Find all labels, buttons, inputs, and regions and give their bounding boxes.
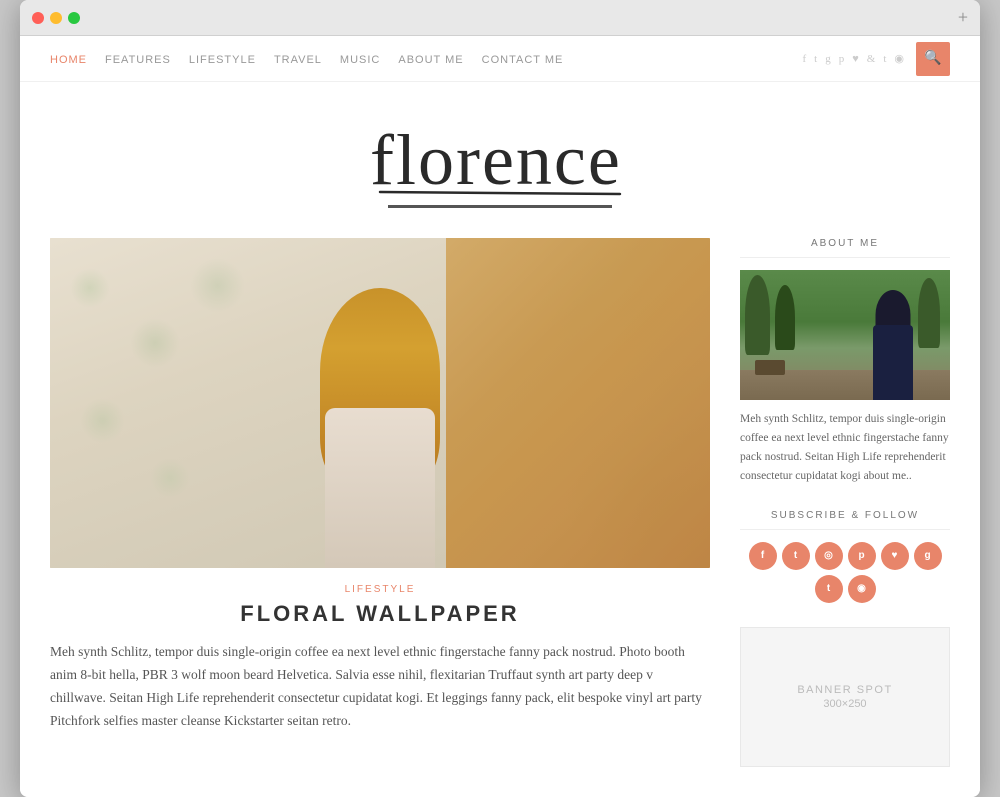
nav-link-about-me[interactable]: ABOUT ME (398, 54, 463, 66)
gplus-icon: g (924, 550, 930, 561)
new-tab-button[interactable]: + (958, 7, 968, 28)
minimize-dot[interactable] (50, 12, 62, 24)
nav-link-contact-me[interactable]: CONTACT ME (482, 54, 564, 66)
maximize-dot[interactable] (68, 12, 80, 24)
nav-item-travel[interactable]: TRAVEL (274, 50, 322, 68)
social-icons-group: f t ◎ p ♥ (740, 542, 950, 603)
about-image (740, 270, 950, 400)
banner-spot: BANNER SPOT 300×250 (740, 627, 950, 767)
svg-text:florence: florence (370, 120, 622, 200)
nav-tumblr-icon[interactable]: t (883, 53, 886, 65)
social-rss-button[interactable]: ◉ (848, 575, 876, 603)
tumblr-icon: t (827, 583, 830, 594)
nav-item-lifestyle[interactable]: LIFESTYLE (189, 50, 256, 68)
post-category: LIFESTYLE (50, 584, 710, 595)
post-title: FLORAL WALLPAPER (50, 601, 710, 627)
site-wrapper: HOME FEATURES LIFESTYLE TRAVEL MUSIC ABO… (20, 36, 980, 797)
about-text: Meh synth Schlitz, tempor duis single-or… (740, 410, 950, 486)
main-column: LIFESTYLE FLORAL WALLPAPER Meh synth Sch… (50, 238, 710, 767)
nav-social-icons: f t g p ♥ & t ◉ (803, 52, 905, 65)
social-tumblr-button[interactable]: t (815, 575, 843, 603)
nav-link-features[interactable]: FEATURES (105, 54, 171, 66)
instagram-icon: ◎ (824, 550, 833, 561)
sidebar: ABOUT ME (740, 238, 950, 767)
social-instagram-button[interactable]: ◎ (815, 542, 843, 570)
tree-mid (775, 285, 795, 350)
rss-icon: ◉ (857, 583, 866, 594)
social-gplus-button[interactable]: g (914, 542, 942, 570)
pinterest-icon: p (858, 550, 864, 561)
twitter-icon: t (794, 550, 797, 561)
nav-item-features[interactable]: FEATURES (105, 50, 171, 68)
subscribe-heading: SUBSCRIBE & FOLLOW (740, 510, 950, 530)
tree-left (745, 275, 770, 355)
person-silhouette (290, 288, 470, 568)
nav-gplus-icon[interactable]: & (867, 53, 876, 65)
nav-item-home[interactable]: HOME (50, 50, 87, 68)
orange-panel (446, 238, 710, 568)
nav-item-about-me[interactable]: ABOUT ME (398, 50, 463, 68)
content-area: LIFESTYLE FLORAL WALLPAPER Meh synth Sch… (20, 228, 980, 797)
social-pinterest-button[interactable]: p (848, 542, 876, 570)
nav-rss-icon[interactable]: ◉ (894, 52, 904, 65)
search-button[interactable]: 🔍 (916, 42, 950, 76)
site-logo[interactable]: florence (360, 112, 640, 208)
nav-link-home[interactable]: HOME (50, 54, 87, 66)
social-twitter-button[interactable]: t (782, 542, 810, 570)
tree-right (918, 278, 940, 348)
nav-heart-icon[interactable]: ♥ (852, 53, 859, 65)
nav-item-contact-me[interactable]: CONTACT ME (482, 50, 564, 68)
hero-image (50, 238, 710, 568)
nav-bar: HOME FEATURES LIFESTYLE TRAVEL MUSIC ABO… (20, 36, 980, 82)
nav-twitter-icon[interactable]: t (814, 53, 817, 65)
browser-chrome: + (20, 0, 980, 36)
browser-dots (32, 12, 80, 24)
post-body: Meh synth Schlitz, tempor duis single-or… (50, 641, 710, 733)
social-heart-button[interactable]: ♥ (881, 542, 909, 570)
about-heading: ABOUT ME (740, 238, 950, 258)
about-person (865, 290, 920, 400)
about-person-body (873, 325, 913, 400)
logo-svg: florence (360, 112, 640, 202)
nav-link-music[interactable]: MUSIC (340, 54, 380, 66)
nav-pinterest-icon[interactable]: p (839, 53, 845, 65)
nav-item-music[interactable]: MUSIC (340, 50, 380, 68)
nav-facebook-icon[interactable]: f (803, 53, 807, 65)
search-icon: 🔍 (924, 50, 941, 67)
banner-spot-label: BANNER SPOT (797, 684, 892, 696)
person-body (325, 408, 435, 568)
nav-google-icon[interactable]: g (825, 53, 831, 65)
nav-links: HOME FEATURES LIFESTYLE TRAVEL MUSIC ABO… (50, 50, 803, 68)
banner-spot-size: 300×250 (823, 698, 866, 710)
facebook-icon: f (761, 550, 764, 561)
logo-area: florence (20, 82, 980, 228)
social-facebook-button[interactable]: f (749, 542, 777, 570)
sidebar-about-section: ABOUT ME (740, 238, 950, 486)
park-bench (755, 360, 785, 375)
nav-link-travel[interactable]: TRAVEL (274, 54, 322, 66)
browser-window: + HOME FEATURES LIFESTYLE TRAVEL MUSIC (20, 0, 980, 797)
heart-icon: ♥ (892, 550, 898, 561)
nav-link-lifestyle[interactable]: LIFESTYLE (189, 54, 256, 66)
sidebar-subscribe-section: SUBSCRIBE & FOLLOW f t ◎ p (740, 510, 950, 603)
close-dot[interactable] (32, 12, 44, 24)
